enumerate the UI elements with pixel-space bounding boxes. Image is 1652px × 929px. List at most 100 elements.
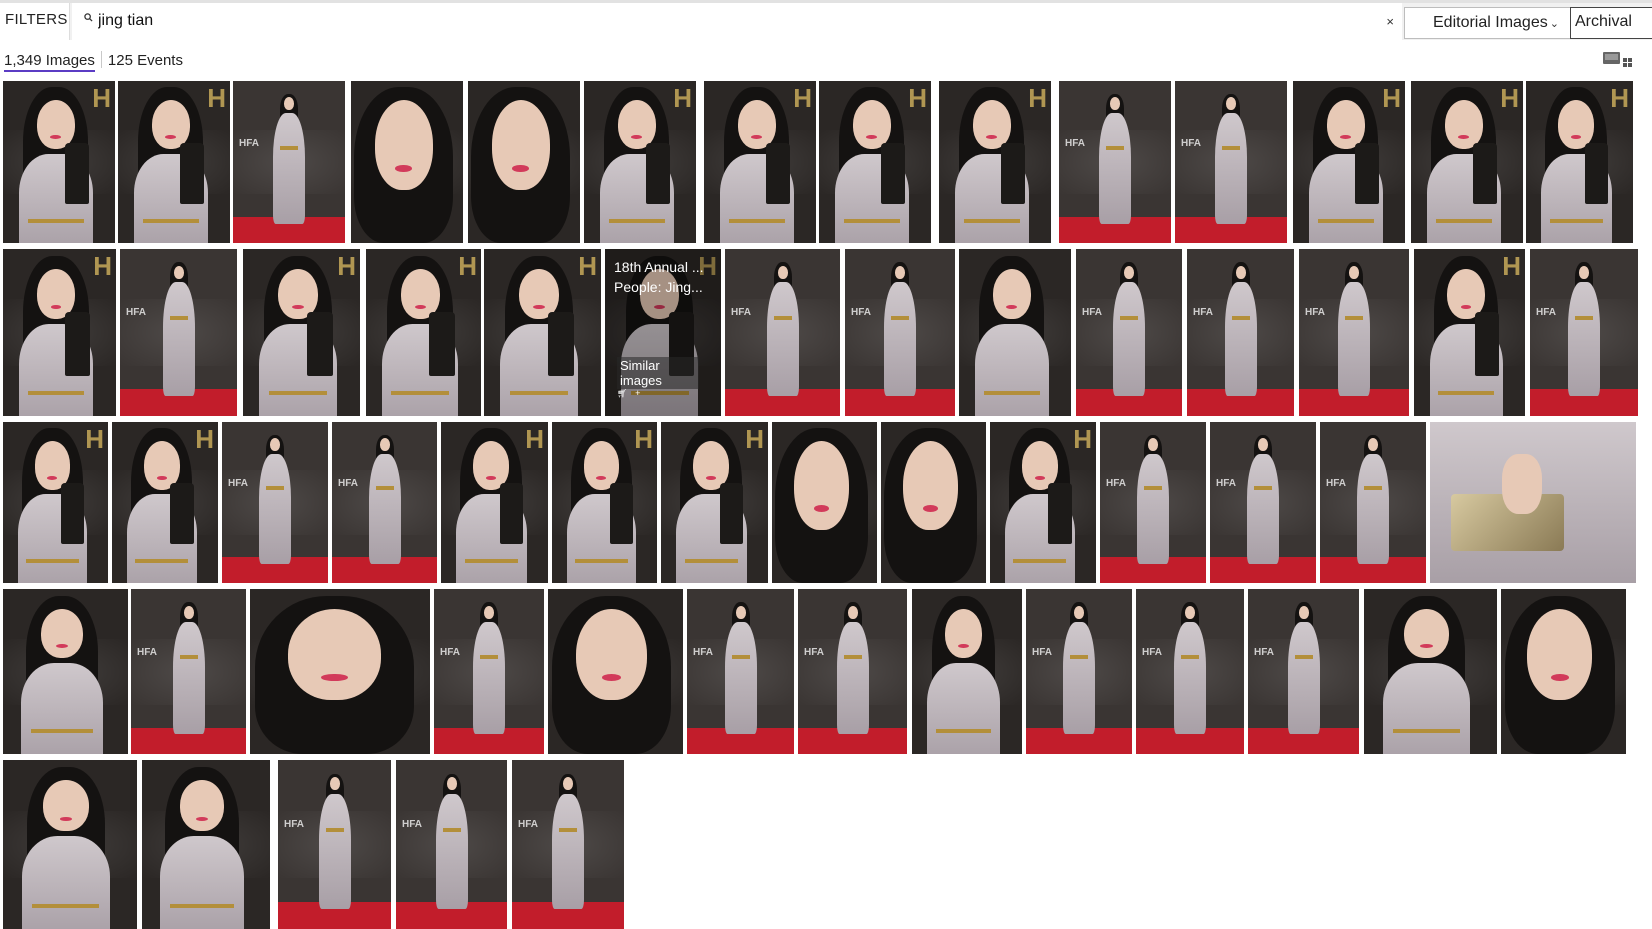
image-thumbnail[interactable]: HFA bbox=[1175, 81, 1287, 243]
clear-search-icon[interactable]: × bbox=[1386, 15, 1394, 29]
image-thumbnail[interactable] bbox=[250, 589, 430, 754]
image-thumbnail[interactable]: H bbox=[3, 249, 116, 416]
backdrop-logo: HFA bbox=[804, 646, 824, 658]
image-thumbnail[interactable]: HFA bbox=[687, 589, 794, 754]
grid-view-icon[interactable] bbox=[1603, 52, 1643, 70]
image-thumbnail[interactable] bbox=[1364, 589, 1497, 754]
backdrop-logo: HFA bbox=[1216, 478, 1236, 490]
backdrop-logo: HFA bbox=[731, 307, 751, 319]
image-thumbnail[interactable]: HFA bbox=[332, 422, 437, 583]
image-thumbnail[interactable]: H bbox=[3, 81, 115, 243]
backdrop-logo: H bbox=[93, 251, 112, 281]
similar-images-button[interactable]: Similar images bbox=[617, 357, 699, 389]
backdrop-logo: H bbox=[634, 424, 653, 454]
search-box[interactable]: × bbox=[72, 3, 1402, 40]
image-thumbnail[interactable]: HFA bbox=[434, 589, 544, 754]
image-thumbnail[interactable] bbox=[912, 589, 1022, 754]
image-thumbnail[interactable]: HFA bbox=[1076, 249, 1182, 416]
filters-button[interactable]: FILTERS bbox=[0, 3, 70, 40]
image-thumbnail[interactable]: HFA bbox=[1100, 422, 1206, 583]
image-thumbnail[interactable]: HFA bbox=[1026, 589, 1132, 754]
image-thumbnail[interactable]: HFA bbox=[233, 81, 345, 243]
image-thumbnail[interactable] bbox=[468, 81, 580, 243]
image-thumbnail[interactable]: HFA bbox=[1320, 422, 1426, 583]
image-thumbnail[interactable]: H bbox=[1411, 81, 1523, 243]
cart-icon[interactable]: 🛒︎ bbox=[617, 389, 635, 398]
plus-icon[interactable]: + bbox=[635, 388, 648, 398]
search-input[interactable] bbox=[98, 8, 1358, 34]
image-thumbnail[interactable]: HFA bbox=[512, 760, 624, 929]
backdrop-logo: HFA bbox=[1536, 307, 1556, 319]
image-thumbnail[interactable] bbox=[1501, 589, 1626, 754]
image-thumbnail[interactable] bbox=[3, 589, 128, 754]
image-thumbnail[interactable]: H bbox=[484, 249, 601, 416]
backdrop-logo: HFA bbox=[1142, 646, 1162, 658]
asset-type-selected: Editorial Images bbox=[1433, 14, 1548, 31]
backdrop-logo: HFA bbox=[1193, 307, 1213, 319]
backdrop-logo: H bbox=[1073, 424, 1092, 454]
image-thumbnail[interactable]: H bbox=[1293, 81, 1405, 243]
image-thumbnail[interactable]: H bbox=[1414, 249, 1525, 416]
image-thumbnail[interactable] bbox=[772, 422, 877, 583]
images-count-tab[interactable]: 1,349 Images bbox=[4, 52, 95, 72]
backdrop-logo: H bbox=[1610, 83, 1629, 113]
image-thumbnail[interactable]: H bbox=[990, 422, 1096, 583]
image-thumbnail[interactable]: HFA bbox=[798, 589, 907, 754]
backdrop-logo: H bbox=[578, 251, 597, 281]
backdrop-logo: H bbox=[458, 251, 477, 281]
image-thumbnail[interactable]: HFA bbox=[396, 760, 507, 929]
image-thumbnail[interactable]: HFA bbox=[1059, 81, 1171, 243]
backdrop-logo: HFA bbox=[1254, 646, 1274, 658]
backdrop-logo: HFA bbox=[239, 137, 259, 149]
image-thumbnail[interactable]: HFA bbox=[222, 422, 328, 583]
image-thumbnail[interactable]: H bbox=[441, 422, 548, 583]
image-thumbnail[interactable]: HFA bbox=[131, 589, 246, 754]
thumbnail-caption: 18th Annual ... People: Jing... bbox=[614, 259, 704, 295]
image-thumbnail[interactable]: HFA bbox=[845, 249, 955, 416]
image-thumbnail[interactable]: H bbox=[584, 81, 696, 243]
asset-type-dropdown[interactable]: Editorial Images ⌄ bbox=[1404, 7, 1572, 39]
image-thumbnail[interactable] bbox=[142, 760, 270, 929]
divider bbox=[100, 51, 102, 68]
image-thumbnail[interactable]: HFA bbox=[1187, 249, 1294, 416]
image-thumbnail[interactable]: HFA bbox=[1530, 249, 1638, 416]
image-thumbnail[interactable]: HFA bbox=[1299, 249, 1409, 416]
image-thumbnail[interactable]: H bbox=[366, 249, 481, 416]
events-count-tab[interactable]: 125 Events bbox=[108, 52, 183, 69]
image-thumbnail[interactable]: HFA bbox=[1210, 422, 1316, 583]
backdrop-logo: HFA bbox=[1032, 646, 1052, 658]
image-thumbnail[interactable]: HFA bbox=[1248, 589, 1359, 754]
image-thumbnail[interactable] bbox=[351, 81, 463, 243]
backdrop-logo: H bbox=[793, 83, 812, 113]
backdrop-logo: H bbox=[195, 424, 214, 454]
image-thumbnail[interactable]: H bbox=[243, 249, 360, 416]
image-thumbnail[interactable]: HFA bbox=[120, 249, 237, 416]
image-thumbnail[interactable] bbox=[3, 760, 137, 929]
image-thumbnail[interactable]: H bbox=[3, 422, 108, 583]
image-thumbnail[interactable] bbox=[1430, 422, 1636, 583]
image-thumbnail[interactable]: HFA bbox=[278, 760, 391, 929]
image-thumbnail[interactable]: H bbox=[118, 81, 230, 243]
image-thumbnail[interactable]: H bbox=[661, 422, 768, 583]
backdrop-logo: H bbox=[1502, 251, 1521, 281]
image-thumbnail[interactable]: H bbox=[939, 81, 1051, 243]
image-thumbnail[interactable]: H bbox=[819, 81, 931, 243]
backdrop-logo: HFA bbox=[1305, 307, 1325, 319]
image-thumbnail[interactable]: H bbox=[552, 422, 657, 583]
backdrop-logo: HFA bbox=[126, 307, 146, 319]
image-thumbnail[interactable]: H bbox=[1526, 81, 1633, 243]
image-thumbnail[interactable]: H bbox=[704, 81, 816, 243]
archival-tab[interactable]: Archival bbox=[1570, 7, 1652, 39]
image-thumbnail[interactable]: HFA bbox=[1136, 589, 1244, 754]
image-thumbnail[interactable]: HFA bbox=[725, 249, 840, 416]
backdrop-logo: H bbox=[745, 424, 764, 454]
image-thumbnail[interactable]: H 18th Annual ... People: Jing... Similar … bbox=[605, 249, 721, 416]
image-thumbnail[interactable] bbox=[959, 249, 1071, 416]
backdrop-logo: H bbox=[525, 424, 544, 454]
backdrop-logo: H bbox=[85, 424, 104, 454]
image-thumbnail[interactable]: H bbox=[112, 422, 218, 583]
thumbnail-hover-overlay: 18th Annual ... People: Jing... Similar i… bbox=[605, 249, 721, 416]
backdrop-logo: HFA bbox=[1106, 478, 1126, 490]
image-thumbnail[interactable] bbox=[548, 589, 683, 754]
image-thumbnail[interactable] bbox=[881, 422, 986, 583]
